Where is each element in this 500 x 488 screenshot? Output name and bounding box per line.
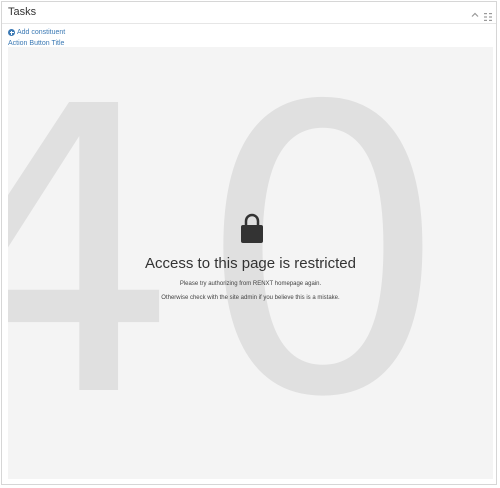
error-message-line2: Otherwise check with the site admin if y… — [161, 295, 340, 301]
chevron-up-icon[interactable] — [470, 7, 480, 17]
error-message-line1: Please try authorizing from RENXT homepa… — [179, 281, 322, 287]
lock-icon — [240, 212, 264, 244]
panel-title: Tasks — [8, 6, 37, 18]
plus-circle-icon — [8, 29, 15, 36]
panel-header: Tasks — [2, 2, 496, 24]
add-constituent-label: Add constituent — [17, 29, 66, 36]
error-title: Access to this page is restricted — [145, 255, 356, 272]
add-constituent-button[interactable]: Add constituent — [8, 29, 65, 36]
grid-icon[interactable] — [484, 8, 492, 21]
action-button-title-link[interactable]: Action Button Title — [8, 40, 64, 47]
tasks-panel: Tasks Add constituent Action Button Titl… — [1, 1, 497, 485]
access-restricted-area: 403 Access to this page is restricted Pl… — [8, 47, 493, 479]
